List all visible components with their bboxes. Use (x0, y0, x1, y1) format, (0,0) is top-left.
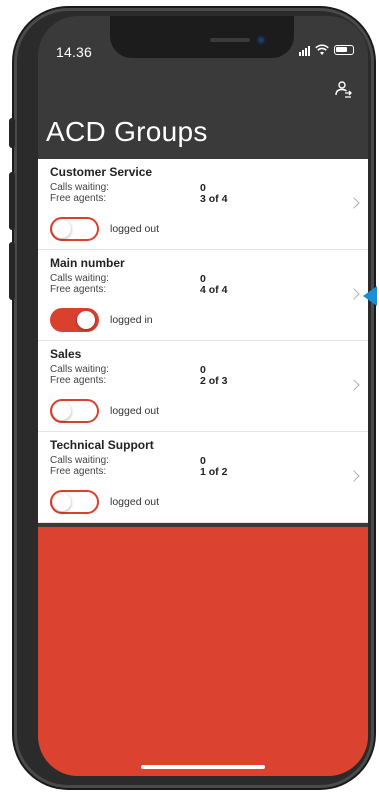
login-toggle[interactable] (50, 490, 99, 514)
front-camera (256, 35, 266, 45)
group-item-sales[interactable]: Sales Calls waiting: 0 Free agents: 2 of… (38, 341, 368, 432)
wifi-icon (315, 44, 329, 55)
status-bar: 14.36 (38, 16, 368, 70)
group-item-main-number[interactable]: Main number Calls waiting: 0 Free agents… (38, 250, 368, 341)
chevron-right-icon[interactable] (348, 470, 360, 482)
pointer-arrow-icon (363, 286, 377, 306)
login-status-label: logged out (110, 223, 160, 235)
status-time: 14.36 (56, 44, 93, 60)
group-name: Sales (50, 347, 82, 361)
speaker (210, 38, 250, 42)
empty-area (38, 527, 368, 776)
login-status-label: logged out (110, 496, 160, 508)
toggle-knob (53, 402, 71, 420)
chevron-right-icon[interactable] (348, 379, 360, 391)
page-title: ACD Groups (46, 116, 208, 147)
notch (110, 16, 294, 58)
mute-switch (9, 118, 15, 148)
group-item-customer-service[interactable]: Customer Service Calls waiting: 0 Free a… (38, 159, 368, 250)
free-agents-value: 3 of 4 (200, 193, 228, 205)
login-toggle[interactable] (50, 308, 99, 332)
group-name: Main number (50, 256, 125, 270)
status-icons (299, 44, 354, 56)
acd-group-list: Customer Service Calls waiting: 0 Free a… (38, 159, 368, 523)
free-agents-value: 2 of 3 (200, 375, 228, 387)
signal-icon (299, 45, 310, 56)
toggle-knob (77, 311, 95, 329)
free-agents-value: 4 of 4 (200, 284, 228, 296)
login-toggle[interactable] (50, 217, 99, 241)
free-agents-value: 1 of 2 (200, 466, 228, 478)
free-agents-label: Free agents: (50, 375, 107, 386)
calls-waiting-label: Calls waiting: (50, 455, 109, 466)
login-status-label: logged out (110, 405, 160, 417)
toggle-knob (53, 220, 71, 238)
chevron-right-icon[interactable] (348, 197, 360, 209)
home-indicator[interactable] (141, 765, 265, 769)
group-name: Customer Service (50, 165, 153, 179)
free-agents-label: Free agents: (50, 284, 107, 295)
volume-down-button (9, 242, 15, 300)
battery-icon (334, 45, 354, 55)
calls-waiting-label: Calls waiting: (50, 182, 109, 193)
group-item-technical-support[interactable]: Technical Support Calls waiting: 0 Free … (38, 432, 368, 523)
agent-status-icon[interactable] (334, 80, 354, 100)
volume-up-button (9, 172, 15, 230)
phone-screen: 14.36 ACD Groups Customer Service Calls … (38, 16, 368, 776)
calls-waiting-label: Calls waiting: (50, 364, 109, 375)
login-toggle[interactable] (50, 399, 99, 423)
calls-waiting-label: Calls waiting: (50, 273, 109, 284)
free-agents-label: Free agents: (50, 193, 107, 204)
group-name: Technical Support (50, 438, 154, 452)
chevron-right-icon[interactable] (348, 288, 360, 300)
login-status-label: logged in (110, 314, 153, 326)
free-agents-label: Free agents: (50, 466, 107, 477)
toggle-knob (53, 493, 71, 511)
